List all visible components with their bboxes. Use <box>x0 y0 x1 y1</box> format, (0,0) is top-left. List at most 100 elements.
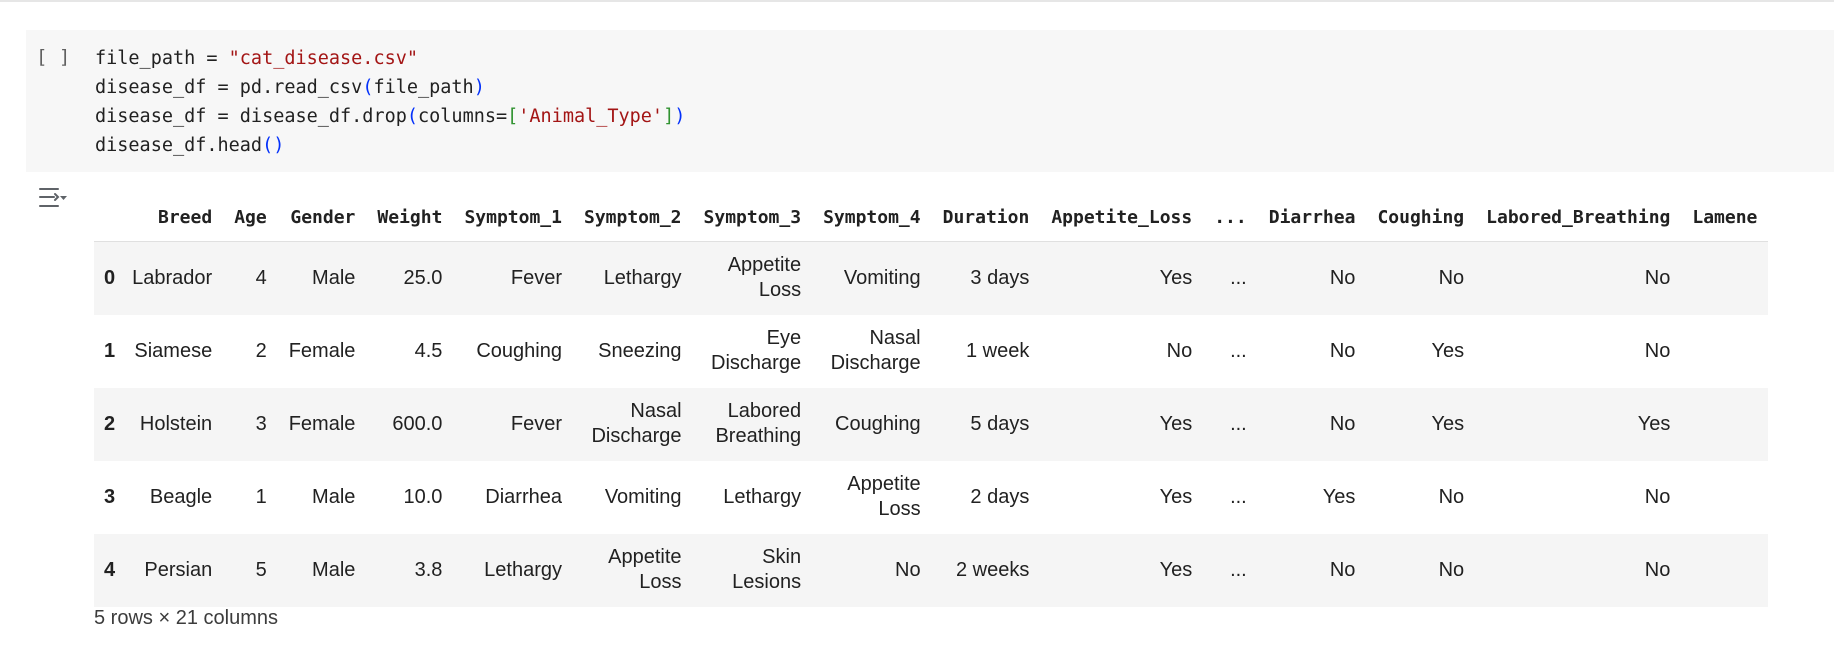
table-cell: 4.5 <box>366 315 453 388</box>
cell-value: 1 week <box>965 339 1030 362</box>
cell-value: 2 <box>255 339 267 362</box>
cell-value: 2 days <box>970 485 1030 508</box>
table-header: Breed Age Gender Weight Symptom_1 Symptom_2 Sy… <box>94 193 1769 242</box>
dataframe-table: Breed Age Gender Weight Symptom_1 Symptom_2 Sy… <box>94 193 1769 607</box>
cell-value: No <box>1329 266 1356 289</box>
cell-line: Appetite <box>847 473 921 495</box>
cell-value: Persian <box>144 558 213 581</box>
cell-value: Vomiting <box>604 485 682 508</box>
column-header: Symptom_3 <box>692 193 813 242</box>
cell-line: Loss <box>758 279 802 302</box>
cell-value: Coughing <box>476 339 562 362</box>
cell-value: No <box>1644 558 1671 581</box>
column-header: Appetite_Loss <box>1040 193 1204 242</box>
cell-value: Male <box>312 558 356 581</box>
cell-value: No <box>1329 558 1356 581</box>
code-line-1: file_path = "cat_disease.csv" <box>95 48 419 69</box>
table-cell <box>1681 242 1768 315</box>
cell-line: Lesions <box>732 571 802 593</box>
cell-value: Yes <box>1159 266 1193 289</box>
table-cell: Yes <box>1040 388 1203 461</box>
cell-value: 3.8 <box>414 558 443 581</box>
cell-value: 4 <box>255 266 267 289</box>
table-cell: Appetite Loss <box>812 461 932 534</box>
table-cell: Vomiting <box>812 242 932 315</box>
row-index: 0 <box>104 266 116 289</box>
cell-value: Sneezing <box>598 339 682 362</box>
cell-value: Nasal Discharge <box>831 326 921 376</box>
table-cell: No <box>1366 461 1475 534</box>
run-cell-button[interactable]: [ ] <box>36 46 70 68</box>
table-cell: Diarrhea <box>453 461 573 534</box>
cell-line: Discharge <box>711 352 802 374</box>
code-editor[interactable]: file_path = "cat_disease.csv" disease_df… <box>95 44 685 160</box>
table-cell: 5 <box>223 534 278 607</box>
cell-line: Nasal <box>869 327 921 349</box>
table-cell: ... <box>1203 315 1258 388</box>
table-cell: Female <box>278 315 367 388</box>
cell-value: ... <box>1230 266 1247 289</box>
code-line-2: disease_df = pd.read_csv(file_path) <box>95 77 485 98</box>
row-index: 3 <box>104 485 116 508</box>
table-cell: Coughing <box>812 388 932 461</box>
table-cell: 1 week <box>932 315 1041 388</box>
table-cell: No <box>1475 242 1681 315</box>
table-cell: Siamese <box>121 315 223 388</box>
dataframe-shape-label: 5 rows × 21 columns <box>94 607 278 629</box>
cell-value: 10.0 <box>403 485 443 508</box>
cell-line: Discharge <box>591 425 682 447</box>
cell-value: 1 <box>255 485 267 508</box>
cell-value: 600.0 <box>392 412 443 435</box>
cell-value: No <box>1438 485 1465 508</box>
top-divider <box>0 0 1834 2</box>
cell-value: Yes <box>1159 412 1193 435</box>
table-cell: Yes <box>1040 534 1203 607</box>
cell-value: 4.5 <box>414 339 443 362</box>
table-cell <box>1681 534 1768 607</box>
column-header: Age <box>223 193 278 242</box>
cell-line: Skin <box>762 546 802 568</box>
cell-value: Holstein <box>139 412 213 435</box>
cell-value: 3 days <box>970 266 1030 289</box>
table-cell: No <box>1258 388 1367 461</box>
table-cell: Vomiting <box>573 461 693 534</box>
row-index: 4 <box>104 558 116 581</box>
column-header: Coughing <box>1366 193 1476 242</box>
column-header: Symptom_2 <box>572 193 693 242</box>
table-row: 1 Siamese 2 Female 4.5 Coughing Sneezing Eye Dis… <box>94 315 1768 388</box>
table-row: 4 Persian 5 Male 3.8 Lethargy Appetite Loss Skin… <box>94 533 1769 607</box>
cell-value: ... <box>1230 558 1247 581</box>
table-cell: Lethargy <box>573 242 693 315</box>
table-row: 2 Holstein 3 Female 600.0 Fever Nasal Discharge… <box>94 387 1769 461</box>
output-options-icon[interactable] <box>38 186 68 215</box>
table-cell: Coughing <box>453 315 573 388</box>
cell-value: Male <box>312 485 356 508</box>
row-index: 1 <box>104 339 116 362</box>
table-cell: Eye Discharge <box>693 315 813 388</box>
table-cell: Nasal Discharge <box>573 388 693 461</box>
table-cell: Skin Lesions <box>693 534 813 607</box>
cell-value: 5 <box>255 558 267 581</box>
column-header: Gender <box>277 193 367 242</box>
column-header: Labored_Breathing <box>1475 193 1682 242</box>
column-header: Diarrhea <box>1257 193 1367 242</box>
table-cell: Yes <box>1366 315 1475 388</box>
table-cell: Yes <box>1040 461 1203 534</box>
table-cell: 4 <box>223 242 278 315</box>
table-cell: Nasal Discharge <box>812 315 932 388</box>
cell-value: Skin Lesions <box>732 545 801 595</box>
table-cell: Female <box>278 388 367 461</box>
table-cell: 10.0 <box>366 461 453 534</box>
cell-value: Lethargy <box>484 558 562 581</box>
table-cell: No <box>1475 461 1681 534</box>
table-cell: No <box>1258 534 1367 607</box>
cell-value: Labrador <box>132 266 213 289</box>
table-cell: 1 <box>223 461 278 534</box>
cell-line: Breathing <box>715 425 802 447</box>
table-cell: Lethargy <box>453 534 573 607</box>
table-cell <box>1681 388 1768 461</box>
table-row: 3 Beagle 1 Male 10.0 Diarrhea Vomiting Lethargy… <box>94 461 1768 534</box>
table-cell: No <box>812 534 932 607</box>
code-line-3: disease_df = disease_df.drop(columns=['A… <box>95 106 686 127</box>
cell-value: Female <box>288 339 356 362</box>
